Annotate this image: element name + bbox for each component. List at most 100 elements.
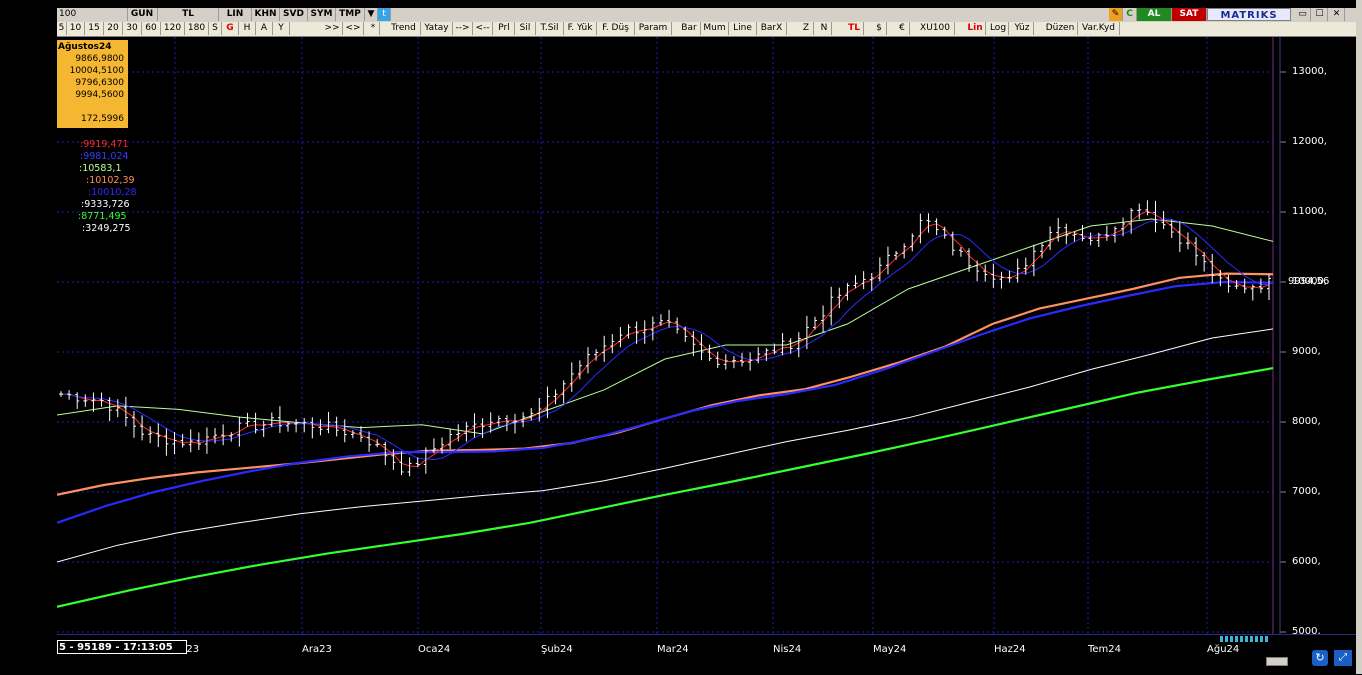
currency-tl[interactable]: TL [845, 22, 864, 35]
tool-arrow-left[interactable]: <-- [473, 22, 493, 35]
period-20[interactable]: 20 [104, 22, 123, 35]
ohlc-bar [983, 264, 988, 282]
price-axis-tick: 11000, [1292, 206, 1327, 217]
ohlc-bar [585, 347, 590, 374]
period-10[interactable]: 10 [67, 22, 85, 35]
ohlc-bar [1153, 200, 1158, 233]
ohlc-bar [894, 250, 899, 260]
twitter-icon[interactable]: t [378, 8, 391, 21]
period-5[interactable]: 5 [57, 22, 67, 35]
time-axis [57, 634, 1356, 675]
maximize-icon[interactable]: ☐ [1312, 8, 1328, 21]
ohlc-bar [950, 231, 955, 256]
period-120[interactable]: 120 [161, 22, 185, 35]
price-chart[interactable] [57, 37, 1356, 634]
ohlc-bar [407, 457, 412, 477]
pencil-icon[interactable]: ✎ [1109, 8, 1123, 21]
ohlc-bar [294, 419, 299, 433]
ohlc-bar [1007, 270, 1012, 283]
period-s[interactable]: S [209, 22, 222, 35]
ohlc-bar [326, 411, 331, 434]
tool-arrow-right[interactable]: --> [453, 22, 473, 35]
buy-button[interactable]: AL [1137, 8, 1172, 21]
ohlc-bar [958, 247, 963, 257]
ohlc-bar [715, 351, 720, 368]
scale-percent[interactable]: Yüz [1011, 22, 1034, 35]
period-60[interactable]: 60 [142, 22, 161, 35]
tool-param[interactable]: Param [635, 22, 672, 35]
tool-star[interactable]: * [367, 22, 380, 35]
scrollbar-thumb[interactable] [1266, 657, 1288, 666]
chart-type-line[interactable]: Line [729, 22, 757, 35]
ohlc-bar [75, 392, 80, 409]
chart-type-bar[interactable]: Bar [678, 22, 701, 35]
sym-button[interactable]: SYM [308, 8, 336, 21]
window-right-edge [1356, 0, 1362, 674]
currency-button[interactable]: TL [158, 8, 219, 21]
period-15[interactable]: 15 [85, 22, 104, 35]
time-axis-tick: Mar24 [657, 644, 689, 655]
ohlc-bar [740, 352, 745, 367]
tool-delete-all[interactable]: T.Sil [536, 22, 564, 35]
tool-forward[interactable]: >> [322, 22, 343, 35]
khn-button[interactable]: KHN [252, 8, 280, 21]
tool-parallel[interactable]: Prl [494, 22, 515, 35]
time-axis-tick: Haz24 [994, 644, 1026, 655]
scale-log[interactable]: Log [988, 22, 1009, 35]
scale-button[interactable]: LIN [219, 8, 252, 21]
ohlc-bar [245, 412, 250, 427]
index-xu100[interactable]: XU100 [916, 22, 955, 35]
currency-eur[interactable]: € [895, 22, 910, 35]
ohlc-bar [164, 428, 169, 456]
dropdown-arrow-icon[interactable]: ▼ [365, 8, 378, 21]
ohlc-bar [67, 390, 72, 400]
period-y[interactable]: Y [273, 22, 290, 35]
period-180[interactable]: 180 [185, 22, 209, 35]
ohlc-bar [1169, 219, 1174, 238]
tool-delete[interactable]: Sil [515, 22, 536, 35]
ohlc-bar [140, 415, 145, 441]
ohlc-bar [1023, 257, 1028, 275]
period-h[interactable]: H [239, 22, 256, 35]
indicator-value: :9981,024 [80, 151, 129, 162]
period-30[interactable]: 30 [123, 22, 142, 35]
time-axis-tick: Tem24 [1088, 644, 1122, 655]
tool-zoom-fit[interactable]: <> [343, 22, 364, 35]
close-icon[interactable]: ✕ [1329, 8, 1345, 21]
minimize-icon[interactable]: ▭ [1295, 8, 1311, 21]
svd-button[interactable]: SVD [280, 8, 308, 21]
tool-z[interactable]: Z [799, 22, 814, 35]
tool-trend[interactable]: Trend [387, 22, 421, 35]
chart-type-candle[interactable]: Mum [701, 22, 729, 35]
refresh-icon[interactable]: C [1123, 8, 1137, 21]
ohlc-bar [788, 338, 793, 354]
tool-fib-down[interactable]: F. Düş [597, 22, 635, 35]
period-button[interactable]: GUN [127, 8, 158, 21]
tool-save-template[interactable]: Var.Kyd [1078, 22, 1120, 35]
horizontal-scrollbar[interactable] [57, 659, 1287, 668]
period-g[interactable]: G [222, 22, 239, 35]
ohlc-bar [853, 275, 858, 289]
ohlc-bar [1048, 226, 1053, 250]
ohlc-bar [277, 406, 282, 433]
ohlc-bar [602, 335, 607, 362]
tool-edit[interactable]: Düzen [1043, 22, 1078, 35]
tool-fib-up[interactable]: F. Yük [564, 22, 597, 35]
ohlc-bar [837, 287, 842, 309]
scale-lin[interactable]: Lin [965, 22, 986, 35]
tool-yatay[interactable]: Yatay [421, 22, 453, 35]
ohlc-bar [626, 324, 631, 339]
time-axis-tick: Ara23 [302, 644, 332, 655]
chart-grid [57, 37, 1286, 634]
symbol-field[interactable]: 100 [57, 8, 128, 21]
ohlc-bar [877, 257, 882, 282]
chart-type-barx[interactable]: BarX [757, 22, 787, 35]
ohlc-bar [1015, 258, 1020, 283]
tmp-button[interactable]: TMP [336, 8, 365, 21]
sell-button[interactable]: SAT [1172, 8, 1207, 21]
sync-icon[interactable]: ↻ [1312, 650, 1328, 666]
currency-usd[interactable]: $ [872, 22, 887, 35]
zoom-icon[interactable]: ⤢ [1334, 650, 1352, 666]
period-a[interactable]: A [256, 22, 273, 35]
tool-n[interactable]: N [817, 22, 832, 35]
